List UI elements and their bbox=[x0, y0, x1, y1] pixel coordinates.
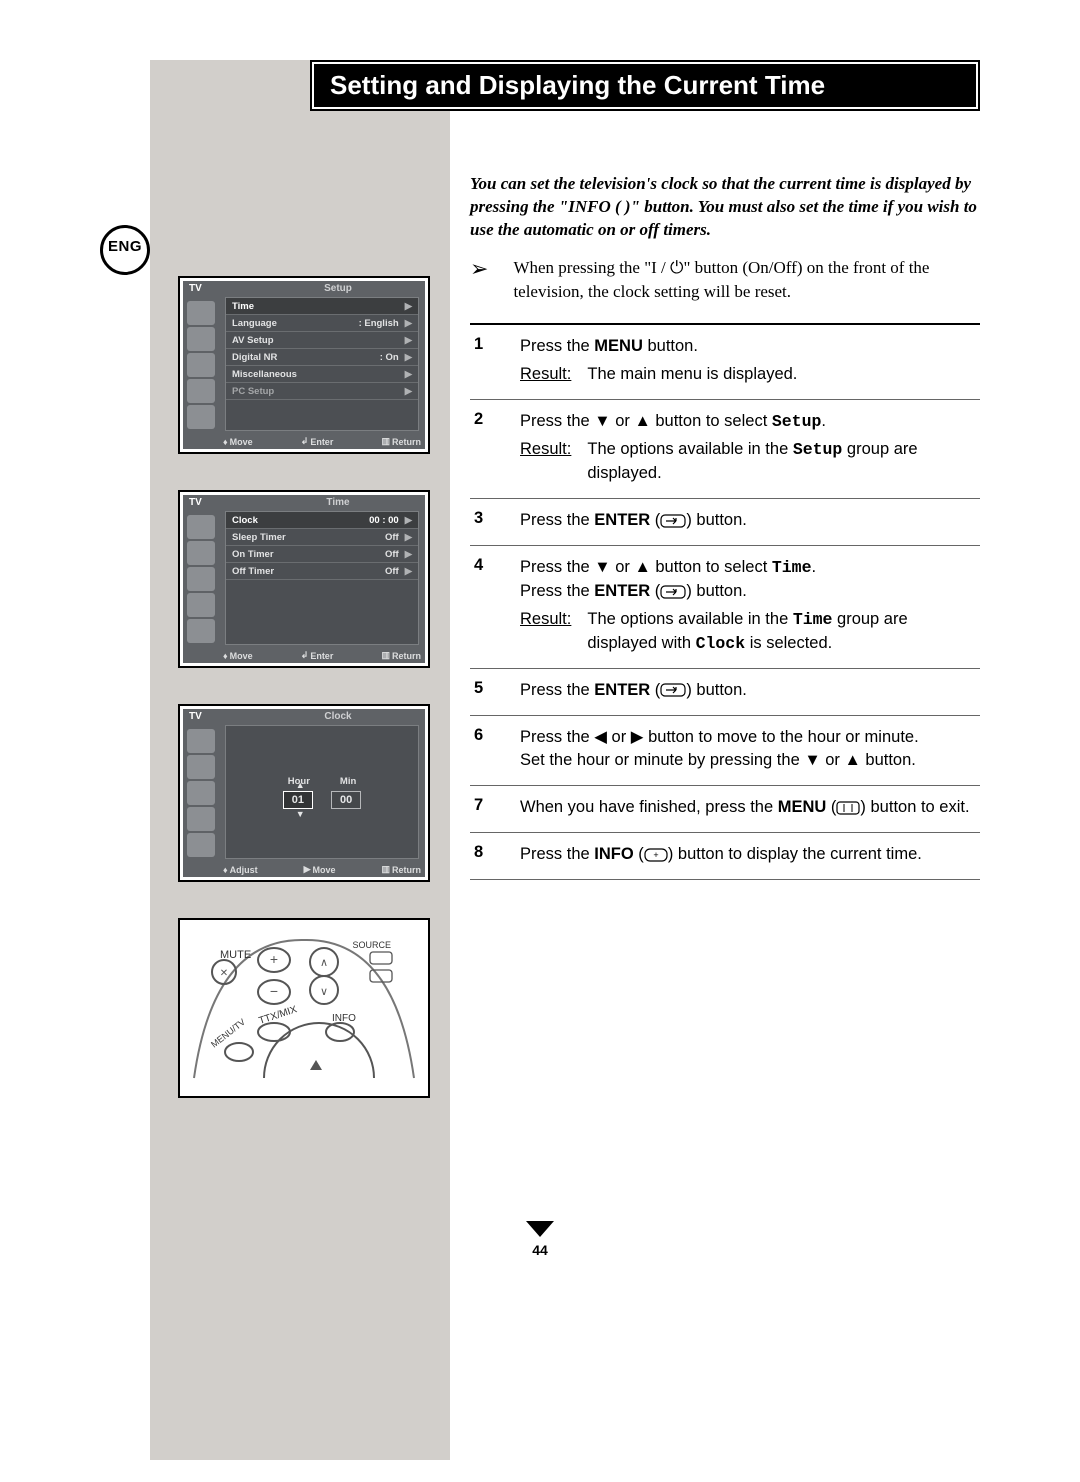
osd-side-icon bbox=[187, 327, 215, 351]
page-title: Setting and Displaying the Current Time bbox=[314, 64, 976, 107]
result-text: The options available in the Setup group… bbox=[587, 438, 976, 486]
step-body: Press the ENTER () button. bbox=[520, 679, 976, 703]
osd-row: Miscellaneous▶ bbox=[226, 366, 418, 383]
step-number: 4 bbox=[474, 556, 492, 656]
step-number: 2 bbox=[474, 410, 492, 486]
result-label: Result: bbox=[520, 438, 571, 486]
step-row: 1 Press the MENU button.Result:The main m… bbox=[470, 323, 980, 400]
osd2-footer-return: ▥ Return bbox=[381, 650, 421, 661]
osd3-tv-label: TV bbox=[189, 711, 202, 722]
osd-clock-menu: TV Clock Hour Min ▲ ▼ bbox=[178, 704, 430, 882]
osd-side-icon bbox=[187, 405, 215, 429]
osd2-tv-label: TV bbox=[189, 497, 202, 508]
osd-row: Sleep TimerOff▶ bbox=[226, 529, 418, 546]
osd1-tv-label: TV bbox=[189, 283, 202, 294]
remote-menu-label: MENU/TV bbox=[209, 1017, 247, 1050]
intro-text: You can set the television's clock so th… bbox=[470, 173, 980, 242]
osd-row: On TimerOff▶ bbox=[226, 546, 418, 563]
osd2-footer: ♦ Move ↲ Enter ▥ Return bbox=[223, 650, 421, 661]
osd3-min-label: Min bbox=[340, 776, 356, 787]
svg-text:−: − bbox=[270, 983, 278, 999]
svg-text:✕: ✕ bbox=[220, 968, 228, 979]
step-body: Press the INFO (+) button to display the… bbox=[520, 843, 976, 867]
osd-setup-menu: TV Setup Time▶Language: English▶AV Setup… bbox=[178, 276, 430, 454]
osd-row: Digital NR: On▶ bbox=[226, 349, 418, 366]
step-row: 7 When you have finished, press the MENU … bbox=[470, 786, 980, 833]
step-body: When you have finished, press the MENU (… bbox=[520, 796, 976, 820]
osd-side-icon bbox=[187, 379, 215, 403]
osd-side-icon bbox=[187, 567, 215, 591]
osd-row: Language: English▶ bbox=[226, 315, 418, 332]
svg-text:+: + bbox=[270, 951, 278, 967]
osd3-min-value: 00 bbox=[331, 791, 361, 809]
osd1-footer-move: ♦ Move bbox=[223, 436, 253, 447]
step-row: 4 Press the ▼ or ▲ button to select Time.… bbox=[470, 546, 980, 669]
osd-row: Time▶ bbox=[226, 298, 418, 315]
remote-illustration: MUTE ✕ + − ∧ ∨ SOURCE TTX/MIX INFO MENU/… bbox=[178, 918, 430, 1098]
osd-side-icon bbox=[187, 619, 215, 643]
osd-side-icon bbox=[187, 807, 215, 831]
step-row: 6 Press the ◀ or ▶ button to move to the … bbox=[470, 716, 980, 787]
osd3-footer: ♦ Adjust ▶ Move ▥ Return bbox=[223, 864, 421, 875]
step-row: 5 Press the ENTER () button. bbox=[470, 669, 980, 716]
language-badge: ENG bbox=[100, 225, 150, 275]
osd3-hour-value: 01 bbox=[283, 791, 313, 809]
result-label: Result: bbox=[520, 608, 571, 656]
step-number: 6 bbox=[474, 726, 492, 774]
osd-row: Clock00 : 00▶ bbox=[226, 512, 418, 529]
step-number: 3 bbox=[474, 509, 492, 533]
osd-side-icon bbox=[187, 593, 215, 617]
osd3-footer-return: ▥ Return bbox=[381, 864, 421, 875]
osd-side-icon bbox=[187, 833, 215, 857]
osd-time-menu: TV Time Clock00 : 00▶Sleep TimerOff▶On T… bbox=[178, 490, 430, 668]
step-body: Press the ◀ or ▶ button to move to the h… bbox=[520, 726, 976, 774]
svg-text:∧: ∧ bbox=[320, 957, 328, 969]
page-triangle-icon bbox=[526, 1221, 554, 1240]
svg-text:+: + bbox=[653, 850, 658, 860]
osd-row: AV Setup▶ bbox=[226, 332, 418, 349]
page-title-bar: Setting and Displaying the Current Time bbox=[310, 60, 980, 111]
osd-side-icon bbox=[187, 755, 215, 779]
osd-side-icon bbox=[187, 729, 215, 753]
step-body: Press the ▼ or ▲ button to select Setup.… bbox=[520, 410, 976, 486]
osd2-footer-enter: ↲ Enter bbox=[301, 650, 334, 661]
step-number: 5 bbox=[474, 679, 492, 703]
osd-row: Off TimerOff▶ bbox=[226, 563, 418, 580]
step-row: 2 Press the ▼ or ▲ button to select Setup… bbox=[470, 400, 980, 499]
up-arrow-icon: ▲ bbox=[296, 781, 305, 790]
osd-side-icon bbox=[187, 541, 215, 565]
step-number: 8 bbox=[474, 843, 492, 867]
note-text: When pressing the "I / ⏻" button (On/Off… bbox=[513, 256, 980, 304]
step-body: Press the MENU button.Result:The main me… bbox=[520, 335, 976, 387]
osd2-title: Time bbox=[263, 497, 413, 508]
step-row: 8 Press the INFO (+) button to display th… bbox=[470, 833, 980, 880]
step-body: Press the ▼ or ▲ button to select Time.P… bbox=[520, 556, 976, 656]
svg-text:∨: ∨ bbox=[320, 986, 328, 998]
step-number: 7 bbox=[474, 796, 492, 820]
osd1-title: Setup bbox=[263, 283, 413, 294]
osd3-footer-move: ▶ Move bbox=[304, 864, 336, 875]
remote-source-label: SOURCE bbox=[352, 940, 391, 950]
result-text: The options available in the Time group … bbox=[587, 608, 976, 656]
result-label: Result: bbox=[520, 363, 571, 387]
osd-side-icon bbox=[187, 781, 215, 805]
page-number: 44 bbox=[532, 1242, 548, 1258]
osd-side-icon bbox=[187, 515, 215, 539]
osd1-footer: ♦ Move ↲ Enter ▥ Return bbox=[223, 436, 421, 447]
note-arrow-icon: ➢ bbox=[470, 256, 488, 304]
osd-side-icon bbox=[187, 353, 215, 377]
osd-row: PC Setup▶ bbox=[226, 383, 418, 400]
step-body: Press the ENTER () button. bbox=[520, 509, 976, 533]
osd3-footer-adjust: ♦ Adjust bbox=[223, 864, 258, 875]
osd1-footer-enter: ↲ Enter bbox=[301, 436, 334, 447]
osd3-title: Clock bbox=[263, 711, 413, 722]
step-number: 1 bbox=[474, 335, 492, 387]
down-arrow-icon: ▼ bbox=[296, 810, 305, 819]
osd2-footer-move: ♦ Move bbox=[223, 650, 253, 661]
result-text: The main menu is displayed. bbox=[587, 363, 797, 387]
step-row: 3 Press the ENTER () button. bbox=[470, 499, 980, 546]
osd1-footer-return: ▥ Return bbox=[381, 436, 421, 447]
osd-side-icon bbox=[187, 301, 215, 325]
